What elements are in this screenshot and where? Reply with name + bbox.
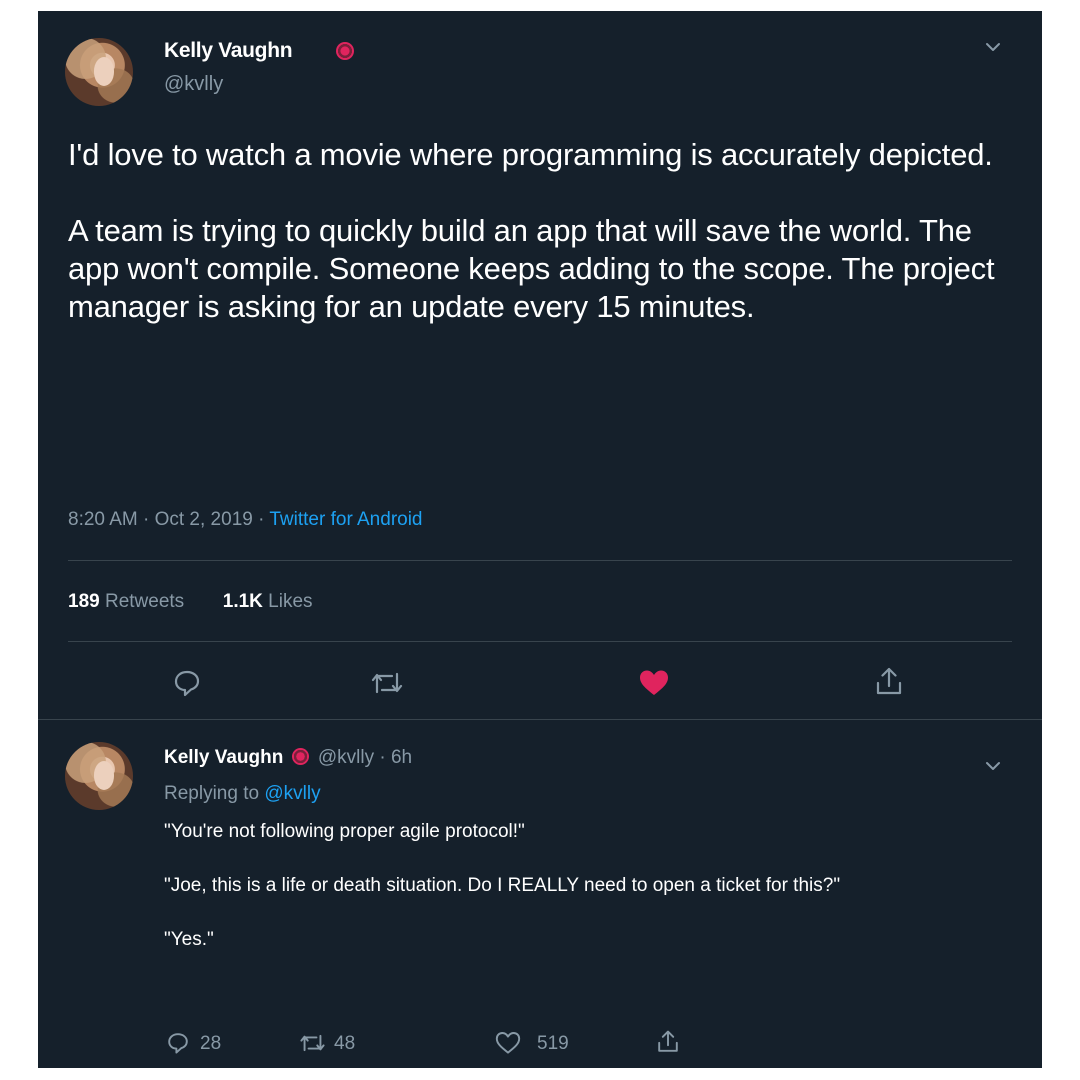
replying-label: Replying to — [164, 783, 265, 804]
like-count: 519 — [537, 1033, 569, 1054]
tweet-time[interactable]: 8:20 AM · Oct 2, 2019 · — [68, 509, 269, 530]
like-icon[interactable] — [638, 668, 670, 698]
share-icon[interactable] — [874, 666, 904, 698]
author-handle[interactable]: @kvlly — [164, 73, 223, 96]
chevron-down-icon[interactable] — [983, 756, 1003, 776]
retweet-icon[interactable] — [299, 1031, 326, 1055]
retweets-label: Retweets — [104, 591, 185, 612]
tweet-text: I'd love to watch a movie where programm… — [68, 137, 995, 324]
likes-count: 1.1K — [222, 591, 263, 612]
retweet-count: 48 — [334, 1033, 356, 1054]
reply-handle-time[interactable]: @kvlly · 6h — [318, 747, 412, 768]
retweets-stat[interactable]: 189 Retweets — [68, 591, 184, 612]
profile-badge-icon — [291, 748, 309, 765]
reply-author-name[interactable]: Kelly Vaughn — [164, 747, 283, 768]
avatar[interactable] — [65, 38, 133, 106]
profile-badge-icon — [336, 42, 354, 60]
divider — [68, 641, 1012, 642]
reply-icon[interactable] — [172, 668, 202, 698]
reply-text: "You're not following proper agile proto… — [164, 821, 841, 950]
reply-count: 28 — [200, 1033, 222, 1054]
share-icon[interactable] — [656, 1029, 680, 1055]
author-name[interactable]: Kelly Vaughn — [164, 39, 293, 63]
retweets-count: 189 — [68, 591, 100, 612]
reply-header: Kelly Vaughn @kvlly · 6h — [164, 747, 412, 769]
likes-stat[interactable]: 1.1K Likes — [223, 591, 313, 612]
retweet-icon[interactable] — [370, 668, 404, 698]
tweet-meta: 8:20 AM · Oct 2, 2019 · Twitter for Andr… — [68, 509, 423, 531]
tweet-stats: 189 Retweets 1.1K Likes — [68, 591, 313, 613]
reply-separator — [38, 719, 1042, 720]
likes-label: Likes — [268, 591, 313, 612]
divider — [68, 560, 1012, 561]
chevron-down-icon[interactable] — [983, 37, 1003, 57]
replying-handle[interactable]: @kvlly — [264, 783, 320, 804]
tweet-source[interactable]: Twitter for Android — [269, 509, 422, 530]
like-icon[interactable] — [495, 1031, 521, 1055]
reply-avatar[interactable] — [65, 742, 133, 810]
replying-to: Replying to @kvlly — [164, 783, 321, 805]
tweet-frame: Kelly Vaughn @kvlly I'd love to watch a … — [38, 11, 1042, 1068]
reply-icon[interactable] — [166, 1031, 190, 1055]
